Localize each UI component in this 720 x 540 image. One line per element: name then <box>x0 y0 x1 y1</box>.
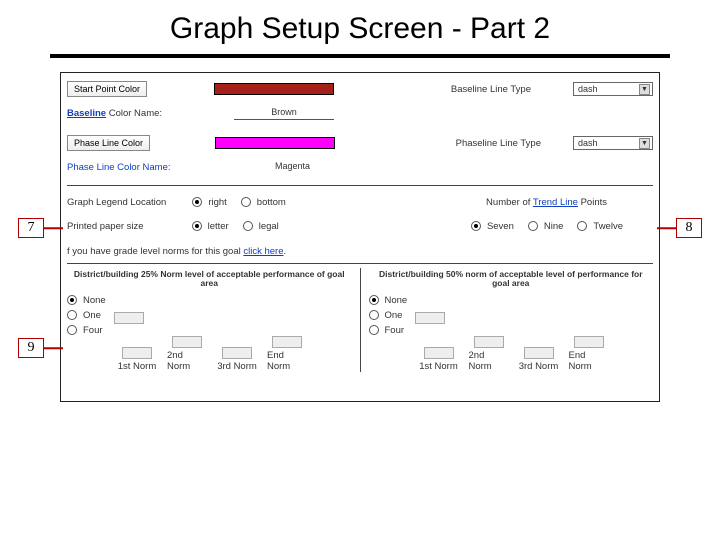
row-phase-name: Phase Line Color Name: Magenta <box>67 155 653 179</box>
norm50-end: End Norm <box>569 336 609 372</box>
norm50-header: District/building 50% norm of acceptable… <box>369 268 654 291</box>
radio-icon <box>528 221 538 231</box>
norm25-four-radio[interactable]: Four <box>67 325 106 336</box>
legend-location-label: Graph Legend Location <box>67 197 166 208</box>
start-color-swatch <box>214 83 334 95</box>
baseline-line-type-value: dash <box>578 84 598 94</box>
norm25-one-input[interactable] <box>114 312 144 324</box>
phaseline-line-type-select[interactable]: dash ▼ <box>573 136 653 150</box>
count-twelve-radio[interactable]: Twelve <box>577 221 623 232</box>
norm50-2nd-input[interactable] <box>474 336 504 348</box>
norm50-four-radio[interactable]: Four <box>369 325 408 336</box>
baseline-link[interactable]: Baseline <box>67 108 106 119</box>
radio-icon <box>67 325 77 335</box>
phase-line-color-button[interactable]: Phase Line Color <box>67 135 150 151</box>
norm25-1st-input[interactable] <box>122 347 152 359</box>
norm50-1st-input[interactable] <box>424 347 454 359</box>
radio-icon <box>369 310 379 320</box>
norm-columns: District/building 25% Norm level of acce… <box>67 268 653 372</box>
baseline-line-type-label: Baseline Line Type <box>451 84 531 95</box>
radio-icon <box>67 295 77 305</box>
norm-divider <box>360 268 361 372</box>
norm25-four-inputs: 1st Norm 2nd Norm 3rd Norm End Norm <box>117 336 352 372</box>
paper-size-group: letter legal <box>192 221 279 232</box>
paper-size-label: Printed paper size <box>67 221 144 232</box>
norm50-2nd: 2nd Norm <box>469 336 509 372</box>
norm50-3rd-input[interactable] <box>524 347 554 359</box>
norm50-four-inputs: 1st Norm 2nd Norm 3rd Norm End Norm <box>419 336 654 372</box>
norm50-3rd: 3rd Norm <box>519 347 559 372</box>
row-baseline-name: Baseline Color Name: Brown <box>67 101 653 125</box>
phaseline-line-type-value: dash <box>578 138 598 148</box>
baseline-color-value: Brown <box>234 107 334 120</box>
norm50-none-radio[interactable]: None <box>369 295 408 306</box>
row-legend-trend: Graph Legend Location right bottom Numbe… <box>67 190 653 214</box>
norm25-2nd-input[interactable] <box>172 336 202 348</box>
norm25-end-input[interactable] <box>272 336 302 348</box>
phaseline-line-type-label: Phaseline Line Type <box>456 138 541 149</box>
norm50-one-input[interactable] <box>415 312 445 324</box>
phase-color-value: Magenta <box>243 161 343 174</box>
phase-color-swatch <box>215 137 335 149</box>
phase-color-name-label: Phase Line Color Name: <box>67 162 171 173</box>
section-divider-2 <box>67 263 653 264</box>
radio-icon <box>369 325 379 335</box>
page-title: Graph Setup Screen - Part 2 <box>0 0 720 54</box>
norm50-1st: 1st Norm <box>419 347 459 372</box>
callout-7: 7 <box>18 218 44 238</box>
radio-icon <box>192 221 202 231</box>
baseline-line-type-select[interactable]: dash ▼ <box>573 82 653 96</box>
callout-8: 8 <box>676 218 702 238</box>
norm25-end: End Norm <box>267 336 307 372</box>
count-seven-radio[interactable]: Seven <box>471 221 514 232</box>
paper-legal-radio[interactable]: legal <box>243 221 279 232</box>
radio-icon <box>471 221 481 231</box>
norm25-2nd: 2nd Norm <box>167 336 207 372</box>
norm25-none-radio[interactable]: None <box>67 295 106 306</box>
callout-9: 9 <box>18 338 44 358</box>
row-phase-color: Phase Line Color Phaseline Line Type das… <box>67 131 653 155</box>
radio-icon <box>577 221 587 231</box>
legend-location-group: right bottom <box>192 197 286 208</box>
norm50-end-input[interactable] <box>574 336 604 348</box>
row-start-color: Start Point Color Baseline Line Type das… <box>67 77 653 101</box>
legend-right-radio[interactable]: right <box>192 197 226 208</box>
paper-letter-radio[interactable]: letter <box>192 221 229 232</box>
norm50-one-radio[interactable]: One <box>369 310 408 321</box>
norm25-1st: 1st Norm <box>117 347 157 372</box>
norm50-options: None One Four <box>369 291 408 336</box>
norm50-column: District/building 50% norm of acceptable… <box>369 268 654 372</box>
click-here-link[interactable]: click here <box>243 246 283 257</box>
title-divider <box>50 54 670 58</box>
start-point-color-button[interactable]: Start Point Color <box>67 81 147 97</box>
radio-icon <box>241 197 251 207</box>
radio-icon <box>192 197 202 207</box>
norm25-header: District/building 25% Norm level of acce… <box>67 268 352 291</box>
chevron-down-icon: ▼ <box>639 84 650 95</box>
norm25-options: None One Four <box>67 291 106 336</box>
norm25-column: District/building 25% Norm level of acce… <box>67 268 352 372</box>
trend-line-link[interactable]: Trend Line <box>533 197 578 208</box>
count-nine-radio[interactable]: Nine <box>528 221 564 232</box>
radio-icon <box>243 221 253 231</box>
radio-icon <box>369 295 379 305</box>
legend-bottom-radio[interactable]: bottom <box>241 197 286 208</box>
norm25-3rd-input[interactable] <box>222 347 252 359</box>
chevron-down-icon: ▼ <box>639 138 650 149</box>
grade-norms-text: f you have grade level norms for this go… <box>67 246 653 257</box>
norm25-3rd: 3rd Norm <box>217 347 257 372</box>
trend-count-group: Seven Nine Twelve <box>471 221 623 232</box>
section-divider-1 <box>67 185 653 186</box>
row-paper-counts: Printed paper size letter legal Seven Ni… <box>67 214 653 238</box>
radio-icon <box>67 310 77 320</box>
norm25-one-radio[interactable]: One <box>67 310 106 321</box>
settings-panel: Start Point Color Baseline Line Type das… <box>60 72 660 402</box>
trend-points-label: Number of Trend Line Points <box>486 197 607 208</box>
baseline-color-name-label: Baseline Color Name: <box>67 108 162 119</box>
